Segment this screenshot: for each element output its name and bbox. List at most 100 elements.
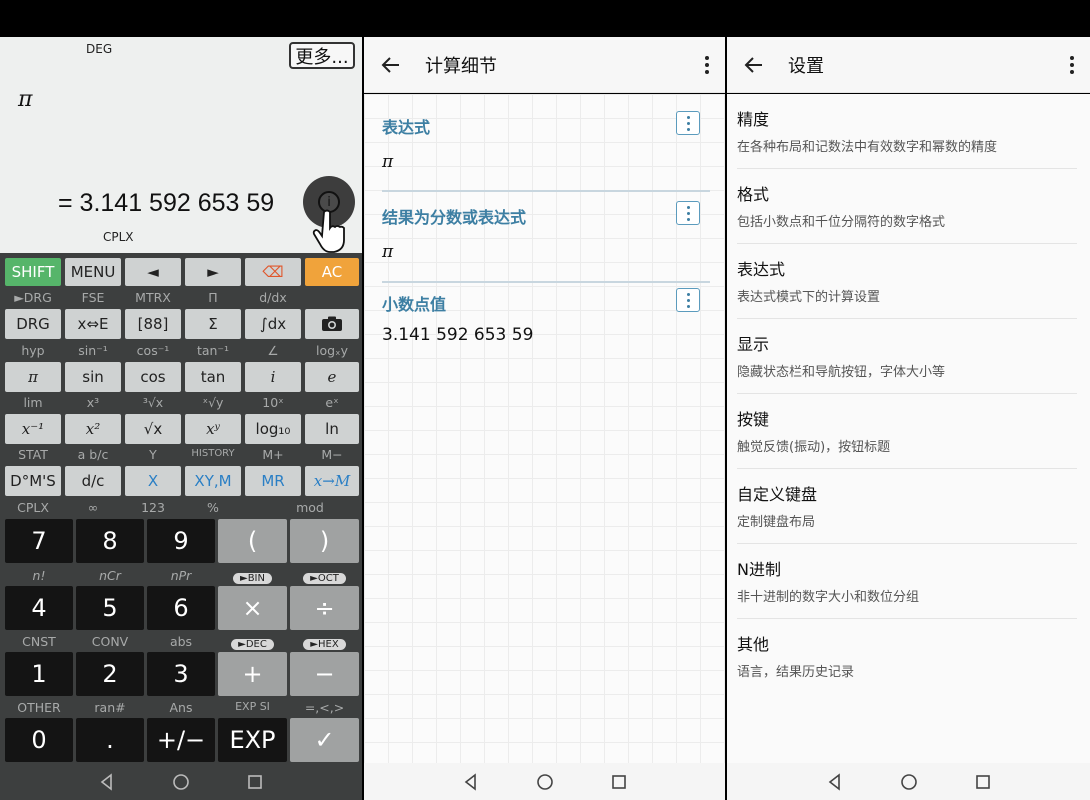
- recents-square-icon[interactable]: [974, 773, 992, 791]
- settings-item-keys[interactable]: 按键 触觉反馈(振动)，按钮标题: [737, 394, 1077, 469]
- overflow-menu-icon[interactable]: [705, 56, 709, 74]
- home-circle-icon[interactable]: [900, 773, 918, 791]
- minus-key[interactable]: −: [290, 652, 359, 696]
- shift-label: =,<,>: [304, 700, 345, 715]
- status-bar: [0, 0, 362, 37]
- shift-label: lim: [23, 395, 43, 410]
- digit-6-key[interactable]: 6: [147, 586, 215, 630]
- cos-key[interactable]: cos: [125, 362, 181, 392]
- digit-4-key[interactable]: 4: [5, 586, 73, 630]
- shift-label: ˣ√y: [202, 395, 224, 410]
- more-button[interactable]: 更多...: [289, 42, 355, 69]
- matrix-key[interactable]: [88]: [125, 309, 181, 339]
- back-triangle-icon[interactable]: [98, 772, 116, 791]
- exp-key[interactable]: EXP: [218, 718, 287, 762]
- settings-item-title: 精度: [737, 110, 770, 129]
- settings-item-number-base[interactable]: N进制 非十进制的数字大小和数位分组: [737, 544, 1077, 619]
- e-key[interactable]: e: [305, 362, 359, 392]
- settings-item-other[interactable]: 其他 语言，结果历史记录: [737, 619, 1077, 694]
- cursor-right-key[interactable]: ►: [185, 258, 241, 286]
- digit-7-key[interactable]: 7: [5, 519, 73, 563]
- menu-key[interactable]: MENU: [65, 258, 121, 286]
- oct-label: ►OCT: [303, 573, 346, 584]
- divide-key[interactable]: ÷: [290, 586, 359, 630]
- settings-item-desc: 表达式模式下的计算设置: [737, 290, 881, 305]
- backspace-key[interactable]: ⌫: [245, 258, 301, 286]
- tan-key[interactable]: tan: [185, 362, 241, 392]
- reciprocal-key[interactable]: x⁻¹: [5, 414, 61, 444]
- shift-label: M−: [321, 447, 343, 462]
- square-key[interactable]: x²: [65, 414, 121, 444]
- drg-key[interactable]: DRG: [5, 309, 61, 339]
- home-circle-icon[interactable]: [536, 773, 554, 791]
- integral-key[interactable]: ∫dx: [245, 309, 301, 339]
- digit-0-key[interactable]: 0: [5, 718, 73, 762]
- recents-square-icon[interactable]: [610, 773, 628, 791]
- shift-key[interactable]: SHIFT: [5, 258, 61, 286]
- settings-item-format[interactable]: 格式 包括小数点和千位分隔符的数字格式: [737, 169, 1077, 244]
- back-triangle-icon[interactable]: [826, 772, 844, 791]
- open-paren-key[interactable]: (: [218, 519, 287, 563]
- digit-3-key[interactable]: 3: [147, 652, 215, 696]
- fraction-key[interactable]: d/c: [65, 466, 121, 496]
- memory-recall-key[interactable]: MR: [245, 466, 301, 496]
- shift-label: eˣ: [325, 395, 339, 410]
- dms-key[interactable]: D°M'S: [5, 466, 61, 496]
- x-exchange-e-key[interactable]: x⇔E: [65, 309, 121, 339]
- digit-1-key[interactable]: 1: [5, 652, 73, 696]
- close-paren-key[interactable]: ): [290, 519, 359, 563]
- plus-key[interactable]: +: [218, 652, 287, 696]
- system-nav-bar: [364, 763, 725, 800]
- result-text: = 3.141 592 653 59: [58, 189, 275, 217]
- pi-key[interactable]: π: [5, 362, 61, 392]
- hex-label: ►HEX: [303, 639, 346, 650]
- detail-section-fraction: 结果为分数或表达式 π: [382, 201, 712, 262]
- section-menu-button[interactable]: [676, 201, 700, 225]
- back-triangle-icon[interactable]: [462, 772, 480, 791]
- recents-square-icon[interactable]: [246, 773, 264, 791]
- x-variable-key[interactable]: X: [125, 466, 181, 496]
- cursor-left-key[interactable]: ◄: [125, 258, 181, 286]
- sin-key[interactable]: sin: [65, 362, 121, 392]
- ac-key[interactable]: AC: [305, 258, 359, 286]
- shift-label: x³: [86, 395, 100, 410]
- home-circle-icon[interactable]: [172, 773, 190, 791]
- back-arrow-icon[interactable]: [381, 55, 401, 75]
- imaginary-i-key[interactable]: i: [245, 362, 301, 392]
- digit-2-key[interactable]: 2: [76, 652, 144, 696]
- settings-item-desc: 包括小数点和千位分隔符的数字格式: [737, 215, 946, 230]
- settings-item-precision[interactable]: 精度 在各种布局和记数法中有效数字和幂数的精度: [737, 94, 1077, 169]
- multiply-key[interactable]: ×: [218, 586, 287, 630]
- settings-item-expression[interactable]: 表达式 表达式模式下的计算设置: [737, 244, 1077, 319]
- camera-key[interactable]: [305, 309, 359, 339]
- page-title: 计算细节: [425, 55, 497, 77]
- overflow-menu-icon[interactable]: [1070, 56, 1074, 74]
- back-arrow-icon[interactable]: [744, 55, 764, 75]
- digit-9-key[interactable]: 9: [147, 519, 215, 563]
- xym-key[interactable]: XY,M: [185, 466, 241, 496]
- section-value: π: [382, 242, 394, 262]
- section-menu-button[interactable]: [676, 288, 700, 312]
- section-menu-button[interactable]: [676, 111, 700, 135]
- store-memory-key[interactable]: x→M: [305, 466, 359, 496]
- shift-label: MTRX: [135, 290, 171, 305]
- settings-item-custom-keyboard[interactable]: 自定义键盘 定制键盘布局: [737, 469, 1077, 544]
- shift-label: EXP SI: [235, 700, 270, 713]
- shift-label: ►BIN: [218, 569, 287, 584]
- power-key[interactable]: xʸ: [185, 414, 241, 444]
- sum-key[interactable]: Σ: [185, 309, 241, 339]
- settings-item-display[interactable]: 显示 隐藏状态栏和导航按钮，字体大小等: [737, 319, 1077, 394]
- settings-item-title: 显示: [737, 335, 770, 354]
- sign-toggle-key[interactable]: +/−: [147, 718, 215, 762]
- equals-check-key[interactable]: ✓: [290, 718, 359, 762]
- digit-8-key[interactable]: 8: [76, 519, 144, 563]
- shift-label: hyp: [21, 343, 45, 358]
- status-bar: [727, 0, 1090, 37]
- section-title: 结果为分数或表达式: [382, 208, 527, 227]
- ln-key[interactable]: ln: [305, 414, 359, 444]
- section-title: 小数点值: [382, 295, 447, 314]
- sqrt-key[interactable]: √x: [125, 414, 181, 444]
- decimal-point-key[interactable]: .: [76, 718, 144, 762]
- digit-5-key[interactable]: 5: [76, 586, 144, 630]
- log10-key[interactable]: log₁₀: [245, 414, 301, 444]
